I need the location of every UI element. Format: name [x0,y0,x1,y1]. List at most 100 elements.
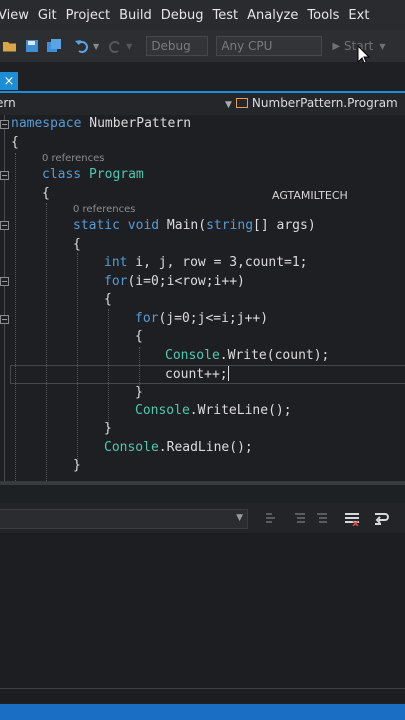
chevron-down-icon: ▼ [225,100,232,110]
method-args: [] args) [253,218,316,233]
platform-select[interactable]: Any CPU [216,36,323,56]
save-all-icon[interactable] [46,38,62,54]
toolbar: ▼ ▼ Debug Any CPU ▶ Start ▼ [0,30,405,62]
code-line: } [135,385,143,400]
open-folder-icon[interactable] [2,38,18,54]
menu-tools[interactable]: Tools [307,8,348,23]
platform-select-label: Any CPU [221,39,273,53]
brace: { [135,329,143,344]
document-tab-strip [0,62,405,92]
collapse-for-inner-icon[interactable]: − [0,315,9,324]
redo-dropdown-icon[interactable]: ▼ [126,42,132,51]
class-icon [235,98,248,108]
code-line: Console.WriteLine(); [135,403,292,418]
collapse-class-icon[interactable]: − [0,171,9,180]
menu-project[interactable]: Project [66,8,119,23]
word-wrap-icon[interactable] [374,511,390,525]
keyword: static void [73,218,160,233]
statement: .Write(count); [219,348,330,363]
code-line: { [11,135,19,150]
start-dropdown-icon[interactable]: ▼ [379,42,385,51]
method-signature: Main( [159,218,207,233]
menu-git[interactable]: Git [38,8,66,23]
indent-guide [77,253,78,463]
previous-message-icon[interactable] [293,511,309,525]
code-line: { [135,329,143,344]
configuration-select-label: Debug [151,39,191,53]
close-icon: × [3,73,15,89]
play-icon: ▶ [332,40,341,52]
clear-all-icon[interactable] [344,511,360,527]
code-line: { [42,186,50,201]
menu-debug[interactable]: Debug [161,8,213,23]
undo-dropdown-icon[interactable]: ▼ [93,42,99,51]
keyword: int [104,255,128,270]
undo-icon[interactable] [74,38,90,54]
output-source-select[interactable]: ▼ [0,509,248,529]
keyword: string [206,218,254,233]
code-line: } [73,458,81,473]
collapse-for-outer-icon[interactable]: − [0,277,9,286]
next-message-icon[interactable] [315,511,331,525]
brace: } [135,385,143,400]
type-name: Console [135,403,190,418]
save-icon[interactable] [24,38,40,54]
brace: { [104,292,112,307]
namespace-name: NumberPattern [81,116,192,131]
type-name: Console [165,348,220,363]
output-panel-toolbar: ▼ [0,503,405,533]
text-caret [227,366,229,381]
outline-margin [4,115,5,481]
type-dropdown[interactable]: ▼ NumberPattern.Program [225,96,398,110]
code-line: count++; [165,366,229,382]
statement: count++; [165,367,228,382]
code-line: Console.ReadLine(); [104,440,253,455]
statement: .WriteLine(); [189,403,292,418]
collapse-namespace-icon[interactable]: − [0,120,9,129]
navigation-bar: ern ▼ NumberPattern.Program [0,93,405,115]
statement: (i=0;i<row;i++) [127,274,245,289]
code-line: for(i=0;i<row;i++) [104,274,245,289]
code-line: int i, j, row = 3,count=1; [104,255,308,270]
brace: } [73,458,81,473]
redo-icon[interactable] [107,38,123,54]
code-line: { [73,237,81,252]
collapse-method-icon[interactable]: − [0,221,9,230]
brace: { [73,237,81,252]
keyword: namespace [11,116,82,131]
configuration-select[interactable]: Debug [146,36,209,56]
menu-view[interactable]: View [0,8,38,23]
menu-build[interactable]: Build [119,8,161,23]
brace: } [104,421,112,436]
code-line: namespace NumberPattern [11,116,191,131]
close-tab-button[interactable]: × [0,72,18,90]
horizontal-scrollbar[interactable] [0,481,405,485]
code-line: } [104,421,112,436]
code-line: class Program [42,167,144,182]
project-dropdown[interactable]: ern [0,96,16,110]
find-message-icon[interactable] [264,511,280,525]
type-name: Program [88,167,144,182]
brace: { [11,135,19,150]
indent-guide [46,203,47,481]
statement: i, j, row = 3,count=1; [127,255,308,270]
type-dropdown-label: NumberPattern.Program [251,96,398,110]
keyword: for [135,311,159,326]
code-line: for(j=0;j<=i;j++) [135,311,268,326]
menu-bar: View Git Project Build Debug Test Analyz… [0,0,405,30]
type-name: Console [104,440,159,455]
codelens-references[interactable]: 0 references [42,153,105,164]
menu-test[interactable]: Test [213,8,248,23]
menu-analyze[interactable]: Analyze [247,8,307,23]
code-editor[interactable]: − − − − − namespace NumberPattern { 0 re… [0,115,405,481]
keyword: class [42,167,82,182]
code-line: static void Main(string[] args) [73,218,316,233]
indent-guide [15,153,16,481]
brace: { [42,186,50,201]
statement: .ReadLine(); [158,440,253,455]
menu-extensions[interactable]: Ext [348,8,378,23]
output-panel[interactable] [0,533,405,703]
codelens-references[interactable]: 0 references [73,204,136,215]
code-line: { [104,292,112,307]
watermark: AGTAMILTECH [272,189,348,202]
